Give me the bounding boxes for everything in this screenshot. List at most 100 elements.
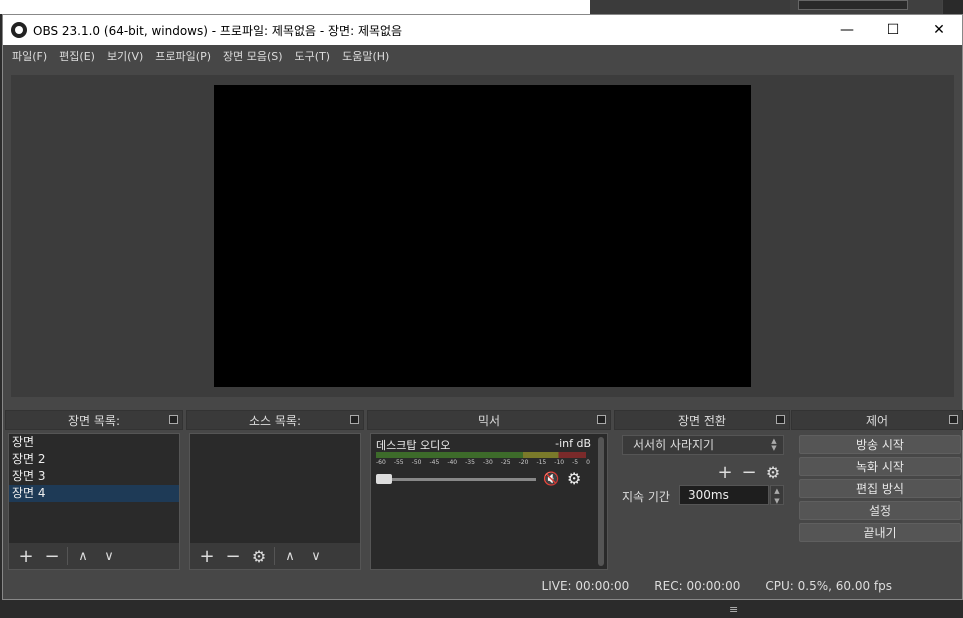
controls-dock: 제어 방송 시작 녹화 시작 편집 방식 설정 끝내기 [791, 410, 963, 570]
sources-dock-title: 소스 목록: [186, 410, 364, 430]
meter-tick: -35 [465, 459, 475, 466]
mixer-dock: 믹서 데스크탑 오디오 -inf dB -60 -55 -5 0 -45 -40 … [367, 410, 611, 570]
mixer-body: 데스크탑 오디오 -inf dB -60 -55 -5 0 -45 -40 -35… [370, 433, 608, 570]
obs-window: OBS 23.1.0 (64-bit, windows) - 프로파일: 제목없… [2, 14, 963, 600]
undock-icon[interactable] [949, 415, 958, 424]
preview-area [11, 75, 954, 397]
add-scene-button[interactable]: + [13, 545, 39, 567]
mixer-dock-title: 믹서 [367, 410, 611, 430]
sources-dock-label: 소스 목록: [248, 413, 302, 428]
scenes-dock: 장면 목록: 장면 장면 2 장면 3 장면 4 + − ∧ ∨ [5, 410, 183, 570]
meter-tick: -60 [376, 459, 386, 466]
transition-toolbar: + − ⚙ [713, 461, 785, 483]
scene-item[interactable]: 장면 3 [9, 468, 179, 485]
maximize-button[interactable]: ☐ [870, 15, 916, 45]
meter-tick: -55 [393, 459, 404, 466]
undock-icon[interactable] [597, 415, 606, 424]
menu-help[interactable]: 도움말(H) [338, 48, 397, 64]
remove-scene-button[interactable]: − [39, 545, 65, 567]
scenes-dock-title: 장면 목록: [5, 410, 183, 430]
meter-tick: -30 [482, 459, 493, 466]
obs-logo-icon [11, 22, 27, 38]
status-bar: LIVE: 00:00:00 REC: 00:00:00 CPU: 0.5%, … [3, 575, 962, 597]
start-recording-button[interactable]: 녹화 시작 [799, 457, 961, 476]
volume-fader-track[interactable] [376, 478, 536, 481]
meter-tick: -5 [572, 459, 579, 466]
desktop-bottom [0, 600, 963, 618]
undock-icon[interactable] [776, 415, 785, 424]
audio-level-readout: -inf dB [555, 437, 591, 450]
undock-icon[interactable] [350, 415, 359, 424]
move-up-button[interactable]: ∧ [277, 545, 303, 567]
meter-tick: -40 [447, 459, 458, 466]
scene-item[interactable]: 장면 [9, 434, 179, 451]
move-up-button[interactable]: ∧ [70, 545, 96, 567]
scenes-list: 장면 장면 2 장면 3 장면 4 + − ∧ ∨ [8, 433, 180, 570]
hamburger-icon: ≡ [729, 603, 739, 616]
start-streaming-button[interactable]: 방송 시작 [799, 435, 961, 454]
meter-tick: -10 [554, 459, 565, 466]
mixer-gear-icon[interactable]: ⚙ [567, 469, 581, 488]
menu-edit[interactable]: 편집(E) [55, 48, 103, 64]
scene-item[interactable]: 장면 2 [9, 451, 179, 468]
undock-icon[interactable] [169, 415, 178, 424]
toolbar-separator [67, 547, 68, 565]
transition-select[interactable]: 서서히 사라지기 ▲ ▼ [622, 435, 784, 455]
settings-button[interactable]: 설정 [799, 501, 961, 520]
live-status: LIVE: 00:00:00 [541, 579, 630, 593]
transition-gear-icon[interactable]: ⚙ [761, 461, 785, 483]
scenes-dock-label: 장면 목록: [67, 413, 121, 428]
cpu-status: CPU: 0.5%, 60.00 fps [765, 579, 892, 593]
studio-mode-button[interactable]: 편집 방식 [799, 479, 961, 498]
meter-tick: -15 [536, 459, 547, 466]
controls-dock-title: 제어 [791, 410, 963, 430]
desktop-background [0, 0, 590, 14]
toolbar-separator [274, 547, 275, 565]
rec-status: REC: 00:00:00 [654, 579, 741, 593]
menu-scene-collection[interactable]: 장면 모음(S) [219, 48, 291, 64]
window-title: OBS 23.1.0 (64-bit, windows) - 프로파일: 제목없… [33, 23, 403, 38]
source-properties-gear-icon[interactable]: ⚙ [246, 545, 272, 567]
menu-tools[interactable]: 도구(T) [291, 48, 339, 64]
meter-tick: 0 [586, 459, 590, 466]
sources-list: + − ⚙ ∧ ∨ [189, 433, 361, 570]
duration-label: 지속 기간 [622, 490, 670, 504]
meter-tick: -45 [429, 459, 440, 466]
remove-transition-button[interactable]: − [737, 461, 761, 483]
chevron-updown-icon: ▲ ▼ [771, 437, 777, 452]
mixer-dock-label: 믹서 [477, 413, 501, 428]
menu-file[interactable]: 파일(F) [8, 48, 55, 64]
volume-fader-handle[interactable] [376, 474, 392, 484]
menu-view[interactable]: 보기(V) [103, 48, 151, 64]
exit-button[interactable]: 끝내기 [799, 523, 961, 542]
mute-speaker-icon[interactable]: 🔇 [543, 472, 559, 487]
meter-ticks: -60 -55 -50 -45 -40 -35 -30 -25 -20 -15 … [376, 459, 590, 466]
scene-item-selected[interactable]: 장면 4 [9, 485, 179, 502]
move-down-button[interactable]: ∨ [303, 545, 329, 567]
transition-selected-value: 서서히 사라지기 [633, 438, 715, 452]
controls-dock-label: 제어 [865, 413, 889, 428]
move-down-button[interactable]: ∨ [96, 545, 122, 567]
add-transition-button[interactable]: + [713, 461, 737, 483]
volume-meter [376, 452, 586, 458]
menu-bar: 파일(F) 편집(E) 보기(V) 프로파일(P) 장면 모음(S) 도구(T)… [3, 45, 962, 67]
menu-profile[interactable]: 프로파일(P) [151, 48, 219, 64]
audio-track-name: 데스크탑 오디오 [376, 439, 451, 452]
title-bar: OBS 23.1.0 (64-bit, windows) - 프로파일: 제목없… [3, 15, 962, 45]
background-combo [798, 0, 908, 10]
add-source-button[interactable]: + [194, 545, 220, 567]
preview-canvas[interactable] [214, 85, 751, 387]
controls-body: 방송 시작 녹화 시작 편집 방식 설정 끝내기 [794, 433, 961, 570]
duration-spinner[interactable]: ▲ ▼ [770, 485, 784, 505]
sources-dock: 소스 목록: + − ⚙ ∧ ∨ [186, 410, 364, 570]
close-button[interactable]: ✕ [916, 15, 962, 45]
mixer-scrollbar[interactable] [598, 437, 604, 566]
background-toolbar [790, 0, 963, 14]
transitions-dock-label: 장면 전환 [678, 413, 726, 428]
remove-source-button[interactable]: − [220, 545, 246, 567]
transitions-dock-title: 장면 전환 [614, 410, 790, 430]
scenes-toolbar: + − ∧ ∨ [9, 543, 179, 569]
transitions-dock: 장면 전환 서서히 사라지기 ▲ ▼ + − ⚙ 지속 기간 300ms ▲ ▼ [614, 410, 790, 570]
minimize-button[interactable]: — [824, 15, 870, 45]
duration-input[interactable]: 300ms [679, 485, 769, 505]
